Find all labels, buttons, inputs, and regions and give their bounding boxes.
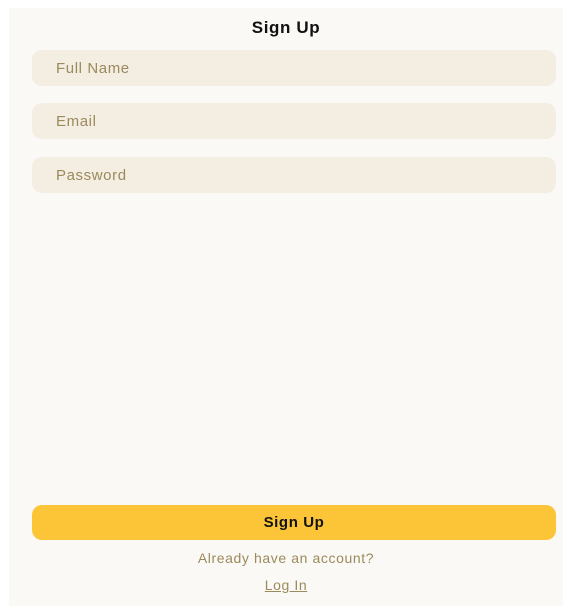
email-field[interactable]	[32, 103, 556, 139]
sign-up-button[interactable]: Sign Up	[32, 505, 556, 540]
password-field[interactable]	[32, 157, 556, 193]
page-title: Sign Up	[251, 18, 321, 37]
log-in-link[interactable]: Log In	[9, 577, 563, 593]
login-prompt: Already have an account?	[197, 550, 375, 566]
full-name-field[interactable]	[32, 50, 556, 86]
signup-screen: Sign Up Sign Up Already have an account?…	[9, 8, 563, 606]
